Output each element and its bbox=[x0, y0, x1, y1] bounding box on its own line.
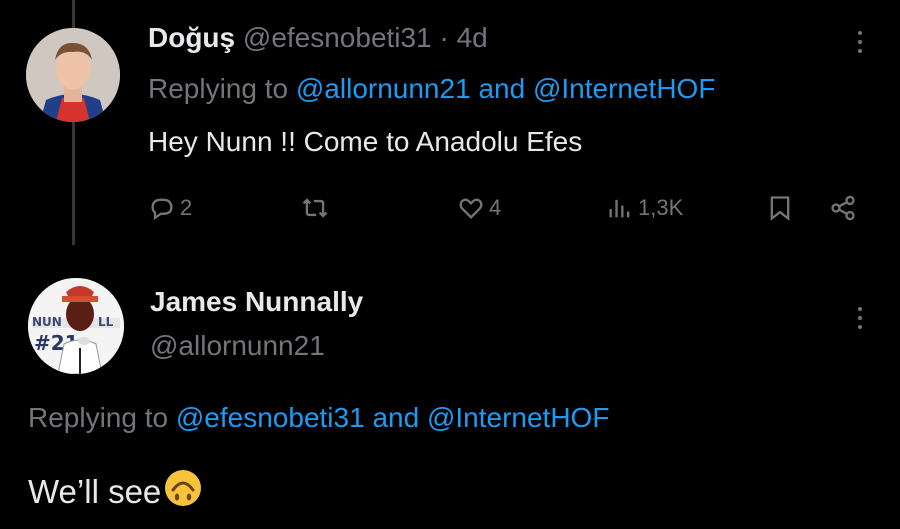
tweet-text-content: We’ll see bbox=[28, 473, 162, 510]
svg-text:NUN: NUN bbox=[32, 315, 62, 329]
tweet1-header: Doğuş @efesnobeti31 · 4d bbox=[148, 22, 488, 54]
profile-photo-dogus bbox=[26, 28, 120, 122]
separator-dot: · bbox=[439, 22, 449, 53]
retweet-button[interactable] bbox=[300, 194, 334, 222]
display-name[interactable]: Doğuş bbox=[148, 22, 235, 53]
mention-link[interactable]: @efesnobeti31 bbox=[176, 402, 365, 433]
bookmark-icon bbox=[770, 196, 790, 221]
mention-link[interactable]: @InternetHOF bbox=[533, 73, 715, 104]
like-button[interactable]: 4 bbox=[457, 194, 501, 222]
views-button[interactable]: 1,3K bbox=[606, 194, 683, 222]
replying-to-line: Replying to @efesnobeti31 and @InternetH… bbox=[28, 402, 609, 434]
views-icon bbox=[609, 199, 630, 218]
mention-and: and bbox=[478, 73, 526, 104]
reply-count: 2 bbox=[180, 195, 193, 220]
tweet-actions-bar: 2 4 1,3K bbox=[148, 194, 868, 228]
view-count: 1,3K bbox=[638, 195, 684, 220]
heart-icon bbox=[459, 198, 483, 219]
timestamp[interactable]: 4d bbox=[457, 22, 488, 53]
bookmark-button[interactable] bbox=[766, 194, 794, 222]
handle[interactable]: @allornunn21 bbox=[150, 330, 325, 362]
replying-prefix: Replying to bbox=[28, 402, 169, 433]
like-count: 4 bbox=[489, 195, 502, 220]
mention-and: and bbox=[372, 402, 420, 433]
profile-photo-nunnally: NUN LL #21 bbox=[28, 278, 124, 374]
share-button[interactable] bbox=[828, 194, 858, 222]
handle[interactable]: @efesnobeti31 bbox=[243, 22, 432, 53]
retweet-icon bbox=[302, 198, 328, 218]
more-icon[interactable] bbox=[858, 302, 862, 334]
tweet-text: We’ll see bbox=[28, 468, 203, 516]
avatar[interactable]: NUN LL #21 bbox=[28, 278, 124, 374]
mention-link[interactable]: @InternetHOF bbox=[427, 402, 609, 433]
share-icon bbox=[831, 195, 855, 221]
mention-link[interactable]: @allornunn21 bbox=[296, 73, 471, 104]
replying-prefix: Replying to bbox=[148, 73, 289, 104]
reply-icon bbox=[151, 198, 173, 221]
tweet-text: Hey Nunn !! Come to Anadolu Efes bbox=[148, 126, 583, 157]
svg-text:LL: LL bbox=[98, 315, 114, 329]
upside-down-face-icon bbox=[163, 468, 203, 516]
display-name[interactable]: James Nunnally bbox=[150, 286, 363, 318]
reply-button[interactable]: 2 bbox=[148, 194, 192, 222]
avatar[interactable] bbox=[26, 28, 120, 122]
replying-to-line: Replying to @allornunn21 and @InternetHO… bbox=[148, 73, 715, 105]
more-icon[interactable] bbox=[858, 26, 862, 58]
